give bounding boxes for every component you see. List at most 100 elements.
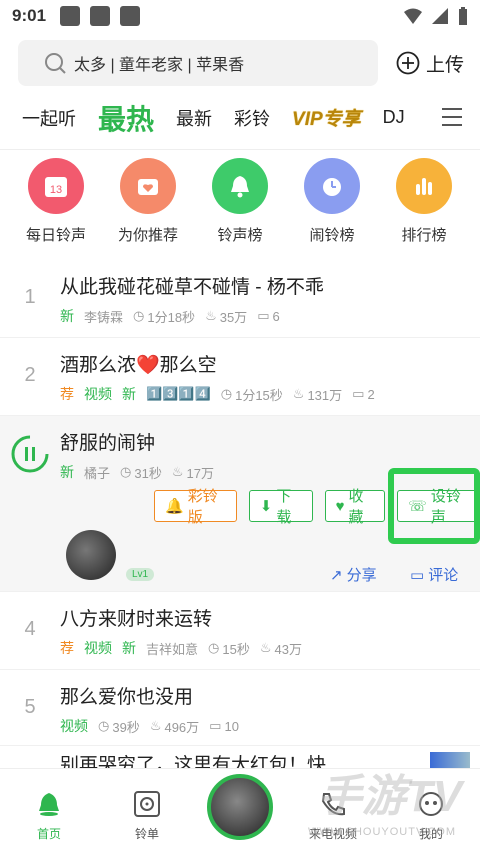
level-badge: Lv1 <box>126 568 155 581</box>
pause-button[interactable] <box>0 416 60 591</box>
nav-label: 首页 <box>36 827 61 841</box>
list-item[interactable]: 4 八方来财时来运转 荐 视频 新 吉祥如意 ◷ 15秒 ♨ 43万 <box>0 592 480 670</box>
tab-newest[interactable]: 最新 <box>176 105 212 131</box>
flame-icon: ♨ <box>171 464 184 479</box>
song-title: 酒那么浓❤️那么空 <box>60 355 217 376</box>
rank-number: 1 <box>24 286 36 308</box>
tab-bar: 一起听 最热 最新 彩铃 VIP专享 DJ <box>0 86 480 150</box>
comment-count: 2 <box>367 386 375 402</box>
clock-icon: ◷ <box>98 718 110 733</box>
list-item[interactable]: 1 从此我碰花碰草不碰情 - 杨不乖 新 李铸霖 ◷ 1分18秒 ♨ 35万 ▭ 6 <box>0 260 480 338</box>
comment-button[interactable]: ▭ 评论 <box>410 564 458 585</box>
video-tag: 视频 <box>60 718 88 734</box>
category-ringtone-chart[interactable]: 铃声榜 <box>196 158 284 260</box>
watermark-url: WWW.SHOUYOUTV.COM <box>308 826 456 838</box>
duration: 39秒 <box>112 719 140 735</box>
flame-icon: ♨ <box>259 640 272 655</box>
new-tag: 新 <box>60 308 74 324</box>
clock-icon: ◷ <box>208 640 220 655</box>
recommend-tag: 荐 <box>60 386 74 402</box>
hot-count: 43万 <box>274 641 302 657</box>
new-tag: 新 <box>60 464 74 480</box>
author: 吉祥如意 <box>146 641 199 657</box>
author: 李铸霖 <box>84 309 124 325</box>
bell-icon <box>212 158 268 214</box>
download-icon: ⬇ <box>259 498 273 515</box>
highlight-box <box>388 468 480 544</box>
song-title: 八方来财时来运转 <box>60 609 213 630</box>
tab-hottest[interactable]: 最热 <box>98 98 154 138</box>
upload-label: 上传 <box>425 54 464 76</box>
search-icon <box>45 53 66 74</box>
song-title: 从此我碰花碰草不碰情 - 杨不乖 <box>60 277 324 298</box>
bell-icon: 🔔 <box>165 498 184 515</box>
hot-count: 496万 <box>164 719 200 735</box>
calendar-badge: 13 <box>50 184 62 196</box>
home-bell-icon <box>39 793 59 816</box>
video-tag: 视频 <box>84 386 112 402</box>
upload-button[interactable]: 上传 <box>396 50 464 77</box>
search-placeholder: 太多 | 童年老家 | 苹果香 <box>74 57 245 74</box>
nav-playlist[interactable]: 铃单 <box>107 787 187 842</box>
rank-number: 2 <box>24 364 36 386</box>
cailing-label: 彩铃版 <box>187 488 218 526</box>
now-playing-disc[interactable] <box>207 774 273 840</box>
song-title: 舒服的闹钟 <box>60 433 156 454</box>
signal-icon <box>432 8 448 24</box>
pause-icon <box>11 435 49 473</box>
tab-together[interactable]: 一起听 <box>22 105 76 131</box>
flame-icon: ♨ <box>292 386 305 401</box>
share-label: 分享 <box>346 567 377 584</box>
tab-dj[interactable]: DJ <box>383 107 405 128</box>
alarm-clock-icon <box>304 158 360 214</box>
category-row: 13 每日铃声 为你推荐 铃声榜 闹铃榜 排行榜 <box>0 150 480 260</box>
favorite-button[interactable]: ♥ 收藏 <box>324 488 386 526</box>
notification-icon <box>120 6 141 26</box>
recommend-tag: 荐 <box>60 640 74 656</box>
cailing-button[interactable]: 🔔 彩铃版 <box>154 488 237 526</box>
category-label: 排行榜 <box>401 227 447 244</box>
heart-radio-icon <box>120 158 176 214</box>
watermark: 手游TV <box>317 772 462 821</box>
comment-icon: ▭ <box>352 386 365 401</box>
duration: 1分18秒 <box>147 309 196 325</box>
category-alarm-chart[interactable]: 闹铃榜 <box>288 158 376 260</box>
hot-count: 35万 <box>219 309 248 325</box>
author: 橘子 <box>84 465 111 481</box>
share-button[interactable]: ↗ 分享 <box>330 564 377 585</box>
download-button[interactable]: ⬇ 下载 <box>248 488 313 526</box>
duration: 15秒 <box>222 641 250 657</box>
search-input[interactable]: 太多 | 童年老家 | 苹果香 <box>18 40 378 86</box>
comment-count: 6 <box>272 308 280 324</box>
category-daily[interactable]: 13 每日铃声 <box>12 158 100 260</box>
duration: 31秒 <box>134 465 162 481</box>
category-label: 铃声榜 <box>217 227 263 244</box>
heart-icon: ♥ <box>335 497 345 515</box>
new-tag: 新 <box>122 386 136 402</box>
author: 1️⃣3️⃣1️⃣4️⃣ <box>146 386 211 401</box>
plus-circle-icon <box>396 51 420 75</box>
flame-icon: ♨ <box>149 718 162 733</box>
list-item[interactable]: 5 那么爱你也没用 视频 ◷ 39秒 ♨ 496万 ▭ 10 <box>0 670 480 746</box>
calendar-icon: 13 <box>28 158 84 214</box>
video-tag: 视频 <box>84 640 112 656</box>
hot-count: 131万 <box>307 387 343 403</box>
disc-box-icon <box>134 791 160 817</box>
clock-icon: ◷ <box>220 386 233 401</box>
comment-icon: ▭ <box>257 308 270 323</box>
category-ranking[interactable]: 排行榜 <box>380 158 468 260</box>
tab-vip[interactable]: VIP专享 <box>292 104 361 131</box>
duration: 1分15秒 <box>235 387 283 403</box>
category-recommend[interactable]: 为你推荐 <box>104 158 192 260</box>
category-label: 为你推荐 <box>117 227 178 244</box>
list-item-expanded[interactable]: 舒服的闹钟 新 橘子 ◷ 31秒 ♨ 17万 🔔 彩铃版 ⬇ 下载 ♥ 收藏 ☏ 设铃声 L… <box>0 416 480 592</box>
nav-home[interactable]: 首页 <box>9 787 89 842</box>
rank-number: 5 <box>24 696 36 718</box>
status-time: 9:01 <box>12 6 47 25</box>
tab-cailing[interactable]: 彩铃 <box>234 105 270 131</box>
list-item[interactable]: 2 酒那么浓❤️那么空 荐 视频 新 1️⃣3️⃣1️⃣4️⃣ ◷ 1分15秒 ♨… <box>0 338 480 416</box>
comment-label: 评论 <box>428 567 459 584</box>
avatar[interactable] <box>66 530 116 580</box>
clock-icon: ◷ <box>133 308 145 323</box>
menu-icon[interactable] <box>442 108 462 132</box>
